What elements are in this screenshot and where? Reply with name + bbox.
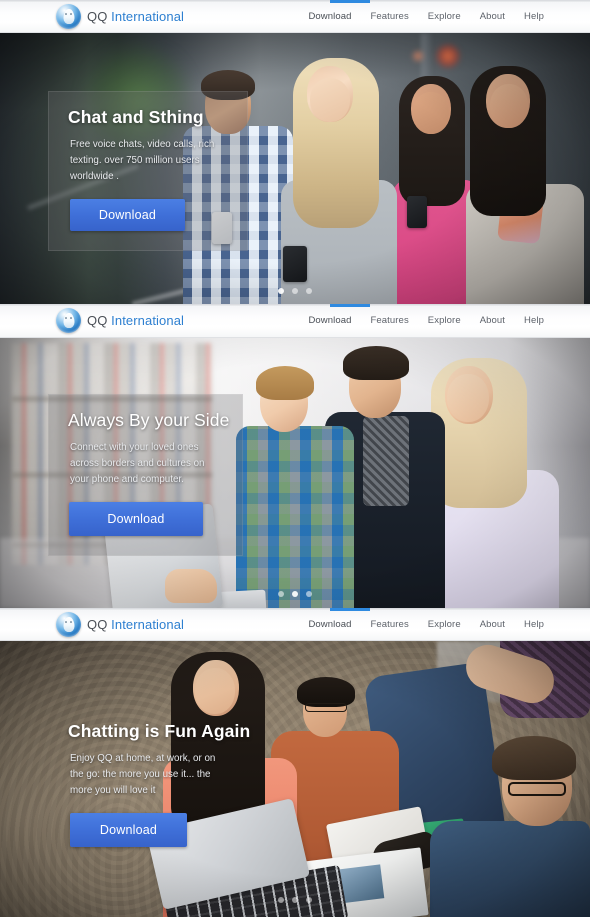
nav-item-features-3[interactable]: Features [371, 619, 409, 630]
photo-phone-2 [407, 196, 428, 229]
photo-person-man-glasses [430, 735, 590, 917]
carousel-dots-1 [278, 288, 312, 294]
brand-name-secondary: International [111, 9, 185, 24]
nav-item-features-2[interactable]: Features [371, 315, 409, 326]
hero-title-3: Chatting is Fun Again [68, 721, 251, 741]
hero-subtitle-2: Connect with your loved ones across bord… [70, 442, 205, 485]
hero-slide-2: Always By your Side Connect with your lo… [0, 338, 590, 608]
site-header: QQ International Download Features Explo… [0, 0, 590, 33]
hero-slide-3: Chatting is Fun Again Enjoy QQ at home, … [0, 641, 590, 917]
hero-title-2: Always By your Side [68, 410, 230, 430]
nav-item-explore-3[interactable]: Explore [428, 619, 461, 630]
nav-item-help-2[interactable]: Help [524, 315, 544, 326]
download-button-3[interactable]: Download [70, 812, 187, 847]
main-nav-2: Download Features Explore About Help [308, 304, 544, 337]
hero-copy-1: Chat and Sthing Free voice chats, video … [48, 91, 248, 251]
qq-penguin-logo-icon-3 [56, 612, 81, 637]
hero-subtitle-1: Free voice chats, video calls, rich text… [70, 139, 215, 182]
nav-item-download-3[interactable]: Download [308, 619, 351, 630]
nav-item-download-2[interactable]: Download [308, 315, 351, 326]
brand-name-primary: QQ [87, 9, 108, 24]
nav-item-features[interactable]: Features [371, 11, 409, 22]
brand-text-2: QQ International [87, 313, 184, 328]
carousel-dot-icon-2[interactable] [292, 288, 298, 294]
hero-subtitle-3: Enjoy QQ at home, at work, or on the go:… [70, 753, 216, 796]
nav-item-about-3[interactable]: About [480, 619, 505, 630]
brand-3[interactable]: QQ International [56, 612, 184, 637]
brand-text-3: QQ International [87, 617, 184, 632]
download-button-1[interactable]: Download [70, 198, 185, 231]
carousel-dot-icon-2[interactable] [292, 897, 298, 903]
carousel-dots-3 [278, 897, 312, 903]
nav-item-help-3[interactable]: Help [524, 619, 544, 630]
page-root: QQ International Download Features Explo… [0, 0, 590, 917]
nav-item-explore-2[interactable]: Explore [428, 315, 461, 326]
brand-name-secondary-2: International [111, 313, 185, 328]
nav-item-help[interactable]: Help [524, 11, 544, 22]
brand[interactable]: QQ International [56, 4, 184, 29]
site-header-3: QQ International Download Features Explo… [0, 608, 590, 641]
carousel-dot-icon-2[interactable] [292, 591, 298, 597]
nav-item-download[interactable]: Download [308, 11, 351, 22]
carousel-dot-icon-1[interactable] [278, 288, 284, 294]
photo-person-woman-scarf [466, 65, 585, 304]
brand-name-primary-2: QQ [87, 313, 108, 328]
photo-phone-3 [283, 246, 308, 283]
main-nav: Download Features Explore About Help [308, 0, 544, 32]
carousel-dot-icon-3[interactable] [306, 591, 312, 597]
main-nav-3: Download Features Explore About Help [308, 608, 544, 640]
hero-copy-3: Chatting is Fun Again Enjoy QQ at home, … [48, 705, 251, 867]
nav-item-about[interactable]: About [480, 11, 505, 22]
brand-2[interactable]: QQ International [56, 308, 184, 333]
hero-copy-2: Always By your Side Connect with your lo… [48, 394, 243, 556]
carousel-dot-icon-3[interactable] [306, 288, 312, 294]
qq-penguin-logo-icon [56, 4, 81, 29]
site-header-2: QQ International Download Features Explo… [0, 304, 590, 338]
brand-text: QQ International [87, 9, 184, 24]
carousel-dots-2 [278, 591, 312, 597]
brand-name-secondary-3: International [111, 617, 185, 632]
nav-item-explore[interactable]: Explore [428, 11, 461, 22]
carousel-dot-icon-3[interactable] [306, 897, 312, 903]
photo-hands [165, 568, 218, 603]
carousel-dot-icon-1[interactable] [278, 897, 284, 903]
qq-penguin-logo-icon-2 [56, 308, 81, 333]
nav-item-about-2[interactable]: About [480, 315, 505, 326]
hero-title-1: Chat and Sthing [68, 107, 204, 127]
download-button-2[interactable]: Download [69, 501, 203, 536]
hero-slide-1: Chat and Sthing Free voice chats, video … [0, 33, 590, 304]
carousel-dot-icon-1[interactable] [278, 591, 284, 597]
brand-name-primary-3: QQ [87, 617, 108, 632]
